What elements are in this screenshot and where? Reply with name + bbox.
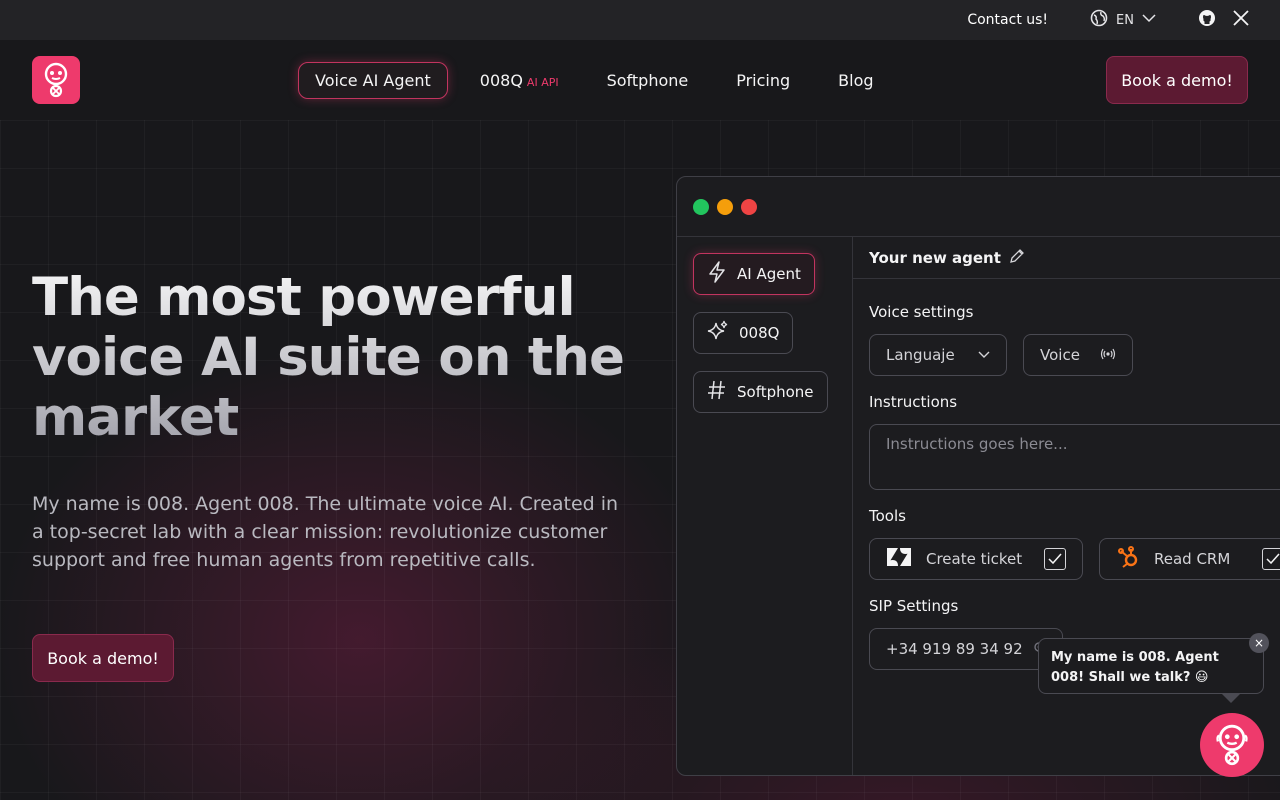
github-icon[interactable] bbox=[1198, 9, 1216, 31]
hero-subtitle: My name is 008. Agent 008. The ultimate … bbox=[32, 493, 619, 571]
hubspot-icon bbox=[1116, 545, 1140, 573]
voice-settings-label: Voice settings bbox=[869, 303, 974, 321]
hero-book-demo-button[interactable]: Book a demo! bbox=[32, 634, 174, 682]
agent-name[interactable]: Your new agent bbox=[869, 249, 1001, 267]
nav-tag: AI API bbox=[526, 76, 559, 89]
sidebar-item-008q[interactable]: 008Q bbox=[693, 312, 794, 354]
nav-softphone[interactable]: Softphone bbox=[591, 63, 705, 98]
tool-checkbox[interactable] bbox=[1262, 548, 1280, 570]
language-select-value: Languaje bbox=[886, 346, 955, 364]
tool-label: Read CRM bbox=[1154, 550, 1231, 568]
chevron-down-icon bbox=[978, 346, 990, 364]
x-icon[interactable] bbox=[1232, 9, 1250, 31]
nav-label: Voice AI Agent bbox=[315, 71, 431, 90]
tool-create-ticket[interactable]: Create ticket bbox=[869, 538, 1083, 580]
social-links bbox=[1198, 9, 1250, 31]
language-select[interactable]: Languaje bbox=[869, 334, 1007, 376]
hash-icon bbox=[707, 379, 727, 405]
agent-header: Your new agent bbox=[853, 237, 1280, 279]
sip-settings-label: SIP Settings bbox=[869, 597, 959, 615]
window-dot-green[interactable] bbox=[693, 198, 709, 215]
chat-bubble-tail bbox=[1222, 694, 1240, 703]
nav-voice-ai-agent[interactable]: Voice AI Agent bbox=[298, 62, 448, 99]
voice-select-value: Voice bbox=[1040, 346, 1080, 364]
agent-008-logo-icon[interactable] bbox=[32, 56, 80, 104]
sidebar-item-label: AI Agent bbox=[737, 265, 801, 283]
voice-select[interactable]: Voice bbox=[1023, 334, 1133, 376]
nav-blog[interactable]: Blog bbox=[822, 63, 889, 98]
nav-label: Softphone bbox=[606, 71, 689, 90]
sparkles-icon bbox=[707, 320, 729, 346]
app-sidebar: AI Agent 008Q Softphone bbox=[677, 237, 853, 775]
contact-link[interactable]: Contact us! bbox=[967, 12, 1048, 28]
sidebar-item-label: Softphone bbox=[737, 383, 814, 401]
window-dot-yellow[interactable] bbox=[717, 198, 733, 215]
tool-read-crm[interactable]: Read CRM bbox=[1099, 538, 1280, 580]
instructions-label: Instructions bbox=[869, 393, 958, 411]
tools-label: Tools bbox=[869, 507, 906, 525]
nav-label: 008Q bbox=[479, 71, 523, 90]
agent-008-avatar-icon bbox=[1216, 724, 1248, 766]
close-icon[interactable]: × bbox=[1249, 633, 1269, 653]
top-bar: Contact us! EN bbox=[0, 0, 1280, 40]
language-label: EN bbox=[1116, 12, 1134, 28]
chat-greeting-bubble[interactable]: My name is 008. Agent 008! Shall we talk… bbox=[1038, 638, 1264, 694]
sip-number-field[interactable]: +34 919 89 34 92 bbox=[869, 628, 1063, 670]
nav-label: Pricing bbox=[736, 71, 791, 90]
tool-checkbox[interactable] bbox=[1044, 548, 1066, 570]
tool-label: Create ticket bbox=[926, 550, 1023, 568]
hero-title: The most powerful voice AI suite on the … bbox=[32, 268, 652, 448]
main-nav: Voice AI Agent 008Q AI API Softphone Pric… bbox=[298, 62, 906, 99]
chat-launcher-button[interactable] bbox=[1200, 713, 1264, 777]
sidebar-item-ai-agent[interactable]: AI Agent bbox=[693, 253, 815, 295]
pencil-icon[interactable] bbox=[1009, 248, 1025, 268]
zendesk-icon bbox=[886, 547, 912, 571]
lightning-icon bbox=[707, 261, 727, 287]
book-demo-button[interactable]: Book a demo! bbox=[1106, 56, 1248, 104]
sip-number: +34 919 89 34 92 bbox=[886, 640, 1023, 658]
sidebar-item-softphone[interactable]: Softphone bbox=[693, 371, 828, 413]
chevron-down-icon bbox=[1142, 11, 1156, 29]
nav-label: Blog bbox=[838, 71, 874, 90]
globe-icon bbox=[1090, 9, 1108, 31]
language-selector[interactable]: EN bbox=[1090, 9, 1156, 31]
nav-pricing[interactable]: Pricing bbox=[720, 63, 806, 98]
sidebar-item-label: 008Q bbox=[739, 324, 780, 342]
agent-config-panel: Your new agent Voice settings Languaje V… bbox=[853, 237, 1280, 775]
window-dot-red[interactable] bbox=[741, 198, 757, 215]
window-titlebar bbox=[677, 177, 1280, 237]
broadcast-icon bbox=[1100, 346, 1116, 364]
nav-008q[interactable]: 008Q AI API bbox=[464, 63, 575, 98]
instructions-input[interactable]: Instructions goes here... bbox=[869, 424, 1280, 490]
